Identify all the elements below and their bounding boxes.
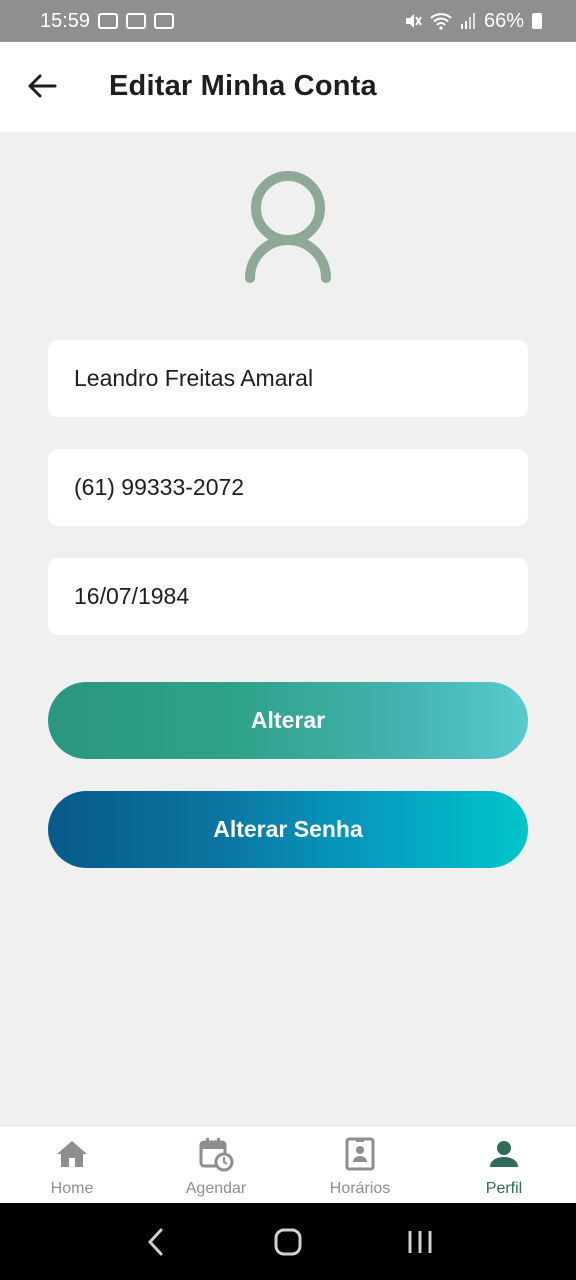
back-button[interactable]: [26, 70, 58, 102]
schedule-card-icon: [345, 1137, 375, 1171]
voicemail-icon: [126, 13, 147, 29]
nav-item-perfil[interactable]: Perfil: [432, 1126, 576, 1203]
mute-icon: [405, 14, 422, 28]
calendar-clock-icon: [199, 1138, 234, 1172]
user-outline-icon: [245, 171, 331, 283]
birth-date-field[interactable]: 16/07/1984: [48, 558, 528, 635]
update-button[interactable]: Alterar: [48, 682, 528, 759]
person-icon: [490, 1141, 518, 1167]
status-right: 66%: [404, 10, 542, 33]
nav-item-home[interactable]: Home: [0, 1126, 144, 1203]
page-title: Editar Minha Conta: [109, 70, 377, 102]
nav-label-agendar: Agendar: [185, 1180, 247, 1197]
system-back-button[interactable]: [126, 1217, 186, 1267]
bottom-nav: Home Agendar Horários Perfil: [0, 1125, 576, 1203]
wifi-icon: [430, 13, 452, 30]
avatar: [238, 166, 338, 290]
nav-item-horarios[interactable]: Horários: [288, 1126, 432, 1203]
home-outline-icon: [274, 1228, 302, 1255]
signal-icon: [460, 13, 475, 29]
chevron-left-icon: [147, 1228, 163, 1255]
status-bar: 15:59 66%: [0, 0, 576, 42]
voicemail-icon: [154, 13, 175, 29]
status-left: 15:59: [40, 9, 175, 33]
arrow-left-icon: [28, 74, 57, 98]
home-icon: [57, 1141, 87, 1167]
nav-label-horarios: Horários: [329, 1180, 391, 1197]
status-time: 15:59: [40, 9, 91, 32]
battery-percent: 66%: [483, 9, 524, 32]
recents-icon: [408, 1230, 432, 1253]
system-recents-button[interactable]: [390, 1217, 450, 1267]
notification-icon: [98, 13, 119, 29]
nav-label-home: Home: [50, 1180, 94, 1197]
system-home-button[interactable]: [258, 1217, 318, 1267]
system-nav-bar: [0, 1203, 576, 1280]
change-password-button[interactable]: Alterar Senha: [48, 791, 528, 868]
name-field[interactable]: Leandro Freitas Amaral: [48, 340, 528, 417]
phone-field[interactable]: (61) 99333-2072: [48, 449, 528, 526]
app-header: Editar Minha Conta: [0, 42, 576, 132]
nav-item-agendar[interactable]: Agendar: [144, 1126, 288, 1203]
nav-label-perfil: Perfil: [485, 1180, 523, 1197]
battery-icon: [532, 13, 542, 29]
